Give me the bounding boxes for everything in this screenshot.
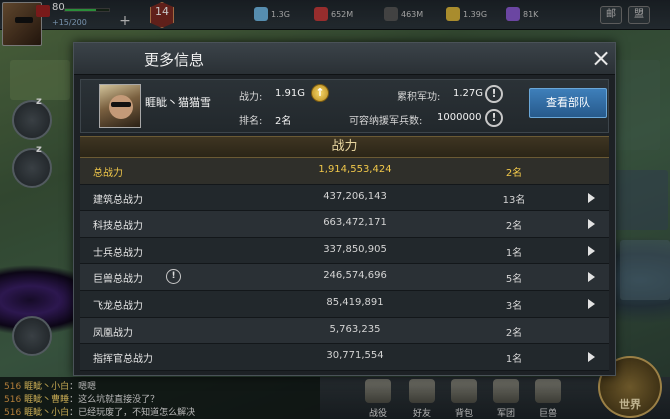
power-row-total: 总战力 1,914,553,424 2名 bbox=[80, 158, 609, 185]
chevron-right-icon[interactable] bbox=[588, 219, 595, 230]
chevron-right-icon[interactable] bbox=[588, 298, 595, 309]
power-label: 战力: bbox=[239, 92, 263, 103]
beast-power-info-icon[interactable]: ! bbox=[166, 269, 181, 285]
reinforce-info-icon[interactable]: ! bbox=[485, 109, 503, 127]
chevron-right-icon[interactable] bbox=[588, 245, 595, 256]
power-row-tech[interactable]: 科技总战力 663,472,171 2名 bbox=[80, 211, 609, 238]
power-section-title: 战力 bbox=[80, 136, 609, 158]
power-value: 1.91G bbox=[275, 88, 306, 99]
modal-header: 更多信息 × bbox=[74, 43, 615, 75]
power-rows: 总战力 1,914,553,424 2名 建筑总战力 437,206,143 1… bbox=[80, 158, 609, 371]
power-up-icon[interactable]: ↑ bbox=[311, 84, 329, 102]
chevron-right-icon[interactable] bbox=[588, 272, 595, 283]
power-row-beast[interactable]: 巨兽总战力 ! 246,574,696 5名 bbox=[80, 264, 609, 291]
power-row-phoenix: 凤凰战力 5,763,235 2名 bbox=[80, 317, 609, 345]
player-name: 睚眦丶猫猫雪 bbox=[145, 96, 211, 109]
merit-info-icon[interactable]: ! bbox=[485, 85, 503, 103]
more-info-modal: 更多信息 × 睚眦丶猫猫雪 战力: 1.91G ↑ 排名: 2名 累积军功: 1… bbox=[73, 42, 616, 376]
rank-label: 排名: bbox=[239, 116, 263, 127]
player-portrait bbox=[99, 84, 141, 128]
power-row-building[interactable]: 建筑总战力 437,206,143 13名 bbox=[80, 184, 609, 212]
chevron-right-icon[interactable] bbox=[588, 192, 595, 203]
power-row-troops[interactable]: 士兵总战力 337,850,905 1名 bbox=[80, 237, 609, 265]
power-breakdown-table: 战力 总战力 1,914,553,424 2名 建筑总战力 437,206,14… bbox=[80, 136, 609, 371]
close-icon[interactable]: × bbox=[589, 46, 613, 71]
reinforce-label: 可容纳援军兵数: bbox=[349, 116, 423, 127]
player-info-panel: 睚眦丶猫猫雪 战力: 1.91G ↑ 排名: 2名 累积军功: 1.27G ! … bbox=[80, 79, 609, 133]
merit-label: 累积军功: bbox=[397, 92, 441, 103]
chevron-right-icon[interactable] bbox=[588, 352, 595, 363]
modal-title: 更多信息 bbox=[144, 51, 205, 69]
power-row-dragon[interactable]: 飞龙总战力 85,419,891 3名 bbox=[80, 290, 609, 318]
power-row-commander[interactable]: 指挥官总战力 30,771,554 1名 bbox=[80, 344, 609, 371]
reinforce-value: 1000000 bbox=[437, 112, 482, 123]
merit-value: 1.27G bbox=[453, 88, 484, 99]
rank-value: 2名 bbox=[275, 116, 292, 127]
view-army-button[interactable]: 查看部队 bbox=[529, 88, 607, 118]
